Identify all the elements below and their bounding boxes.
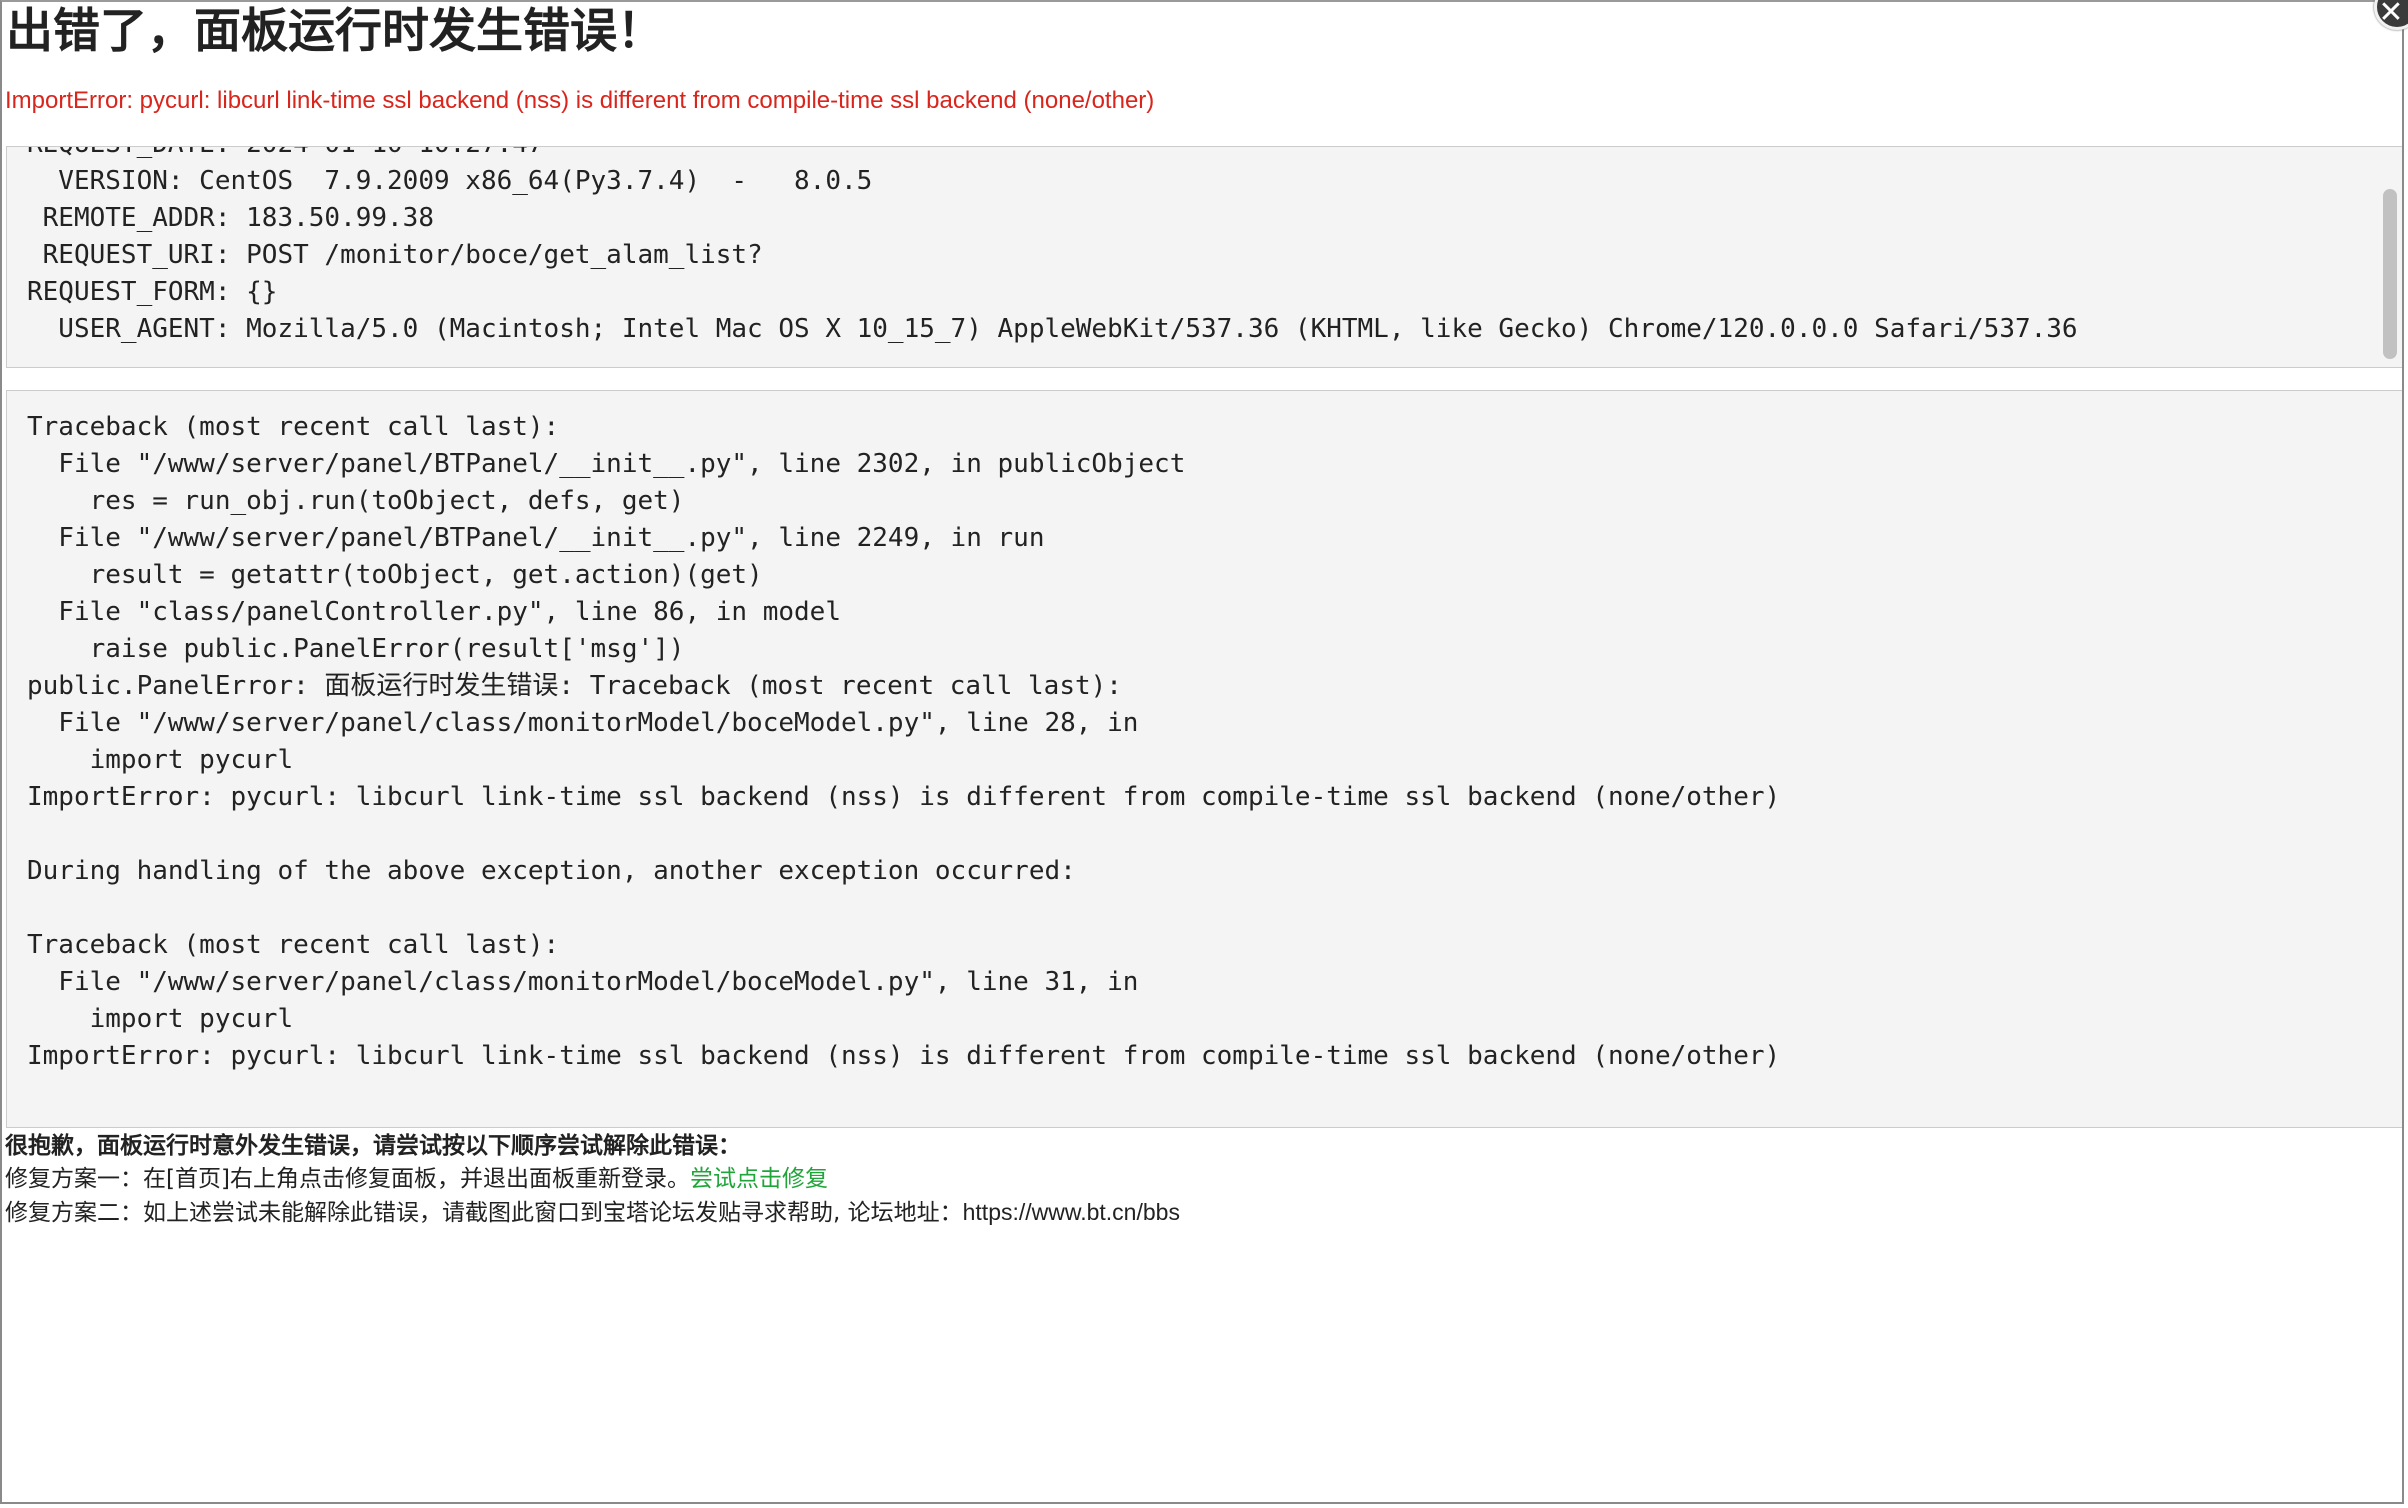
env-line: VERSION: CentOS 7.9.2009 x86_64(Py3.7.4)… bbox=[27, 166, 873, 196]
trace-line: ​ bbox=[27, 816, 1780, 853]
fix-option-1-text: 修复方案一：在[首页]右上角点击修复面板，并退出面板重新登录。 bbox=[5, 1166, 690, 1192]
trace-line: raise public.PanelError(result['msg']) bbox=[27, 634, 685, 664]
trace-line: result = getattr(toObject, get.action)(g… bbox=[27, 560, 763, 590]
help-section: 很抱歉，面板运行时意外发生错误，请尝试按以下顺序尝试解除此错误： 修复方案一：在… bbox=[5, 1130, 1180, 1230]
env-line: REQUEST_DATE: 2024-01-10 10:27:47 bbox=[27, 147, 2078, 163]
environment-info-box[interactable]: REQUEST_DATE: 2024-01-10 10:27:47 VERSIO… bbox=[6, 146, 2402, 368]
trace-line: ImportError: pycurl: libcurl link-time s… bbox=[27, 1041, 1781, 1071]
env-line: REQUEST_URI: POST /monitor/boce/get_alam… bbox=[27, 240, 763, 270]
trace-line: File "/www/server/panel/BTPanel/__init__… bbox=[27, 449, 1186, 479]
close-button[interactable]: ✕ bbox=[2374, 0, 2408, 30]
environment-info-lines: REQUEST_DATE: 2024-01-10 10:27:47 VERSIO… bbox=[27, 147, 2078, 348]
trace-line: File "/www/server/panel/class/monitorMod… bbox=[27, 708, 1139, 738]
trace-line: ​ bbox=[27, 890, 1780, 927]
forum-url: https://www.bt.cn/bbs bbox=[962, 1199, 1180, 1225]
error-dialog: 出错了，面板运行时发生错误！ ImportError: pycurl: libc… bbox=[0, 0, 2404, 1504]
trace-line: public.PanelError: 面板运行时发生错误: Traceback … bbox=[27, 671, 1122, 701]
traceback-box: Traceback (most recent call last): File … bbox=[6, 390, 2402, 1128]
try-repair-link[interactable]: 尝试点击修复 bbox=[690, 1166, 828, 1192]
close-icon: ✕ bbox=[2378, 0, 2404, 30]
trace-line: ImportError: pycurl: libcurl link-time s… bbox=[27, 782, 1781, 812]
trace-line: import pycurl bbox=[27, 1004, 294, 1034]
trace-line: File "class/panelController.py", line 86… bbox=[27, 597, 841, 627]
env-line: REMOTE_ADDR: 183.50.99.38 bbox=[27, 203, 434, 233]
fix-option-2: 修复方案二：如上述尝试未能解除此错误，请截图此窗口到宝塔论坛发贴寻求帮助, 论坛… bbox=[5, 1196, 1180, 1230]
dialog-title: 出错了，面板运行时发生错误！ bbox=[6, 4, 664, 59]
env-line: USER_AGENT: Mozilla/5.0 (Macintosh; Inte… bbox=[27, 314, 2078, 344]
env-line: REQUEST_FORM: {} bbox=[27, 277, 278, 307]
traceback-lines: Traceback (most recent call last): File … bbox=[27, 409, 1780, 1075]
fix-option-2-text: 修复方案二：如上述尝试未能解除此错误，请截图此窗口到宝塔论坛发贴寻求帮助, 论坛… bbox=[5, 1200, 963, 1226]
trace-line: File "/www/server/panel/BTPanel/__init__… bbox=[27, 523, 1045, 553]
help-heading: 很抱歉，面板运行时意外发生错误，请尝试按以下顺序尝试解除此错误： bbox=[5, 1133, 741, 1159]
trace-line: res = run_obj.run(toObject, defs, get) bbox=[27, 486, 685, 516]
fix-option-1: 修复方案一：在[首页]右上角点击修复面板，并退出面板重新登录。尝试点击修复 bbox=[5, 1163, 1180, 1196]
trace-line: File "/www/server/panel/class/monitorMod… bbox=[27, 967, 1139, 997]
trace-line: import pycurl bbox=[27, 745, 294, 775]
error-message: ImportError: pycurl: libcurl link-time s… bbox=[5, 87, 1155, 114]
trace-line: Traceback (most recent call last): bbox=[27, 412, 560, 442]
trace-line: During handling of the above exception, … bbox=[27, 856, 1076, 886]
environment-scrollbar-thumb[interactable] bbox=[2383, 189, 2397, 359]
trace-line: Traceback (most recent call last): bbox=[27, 930, 560, 960]
